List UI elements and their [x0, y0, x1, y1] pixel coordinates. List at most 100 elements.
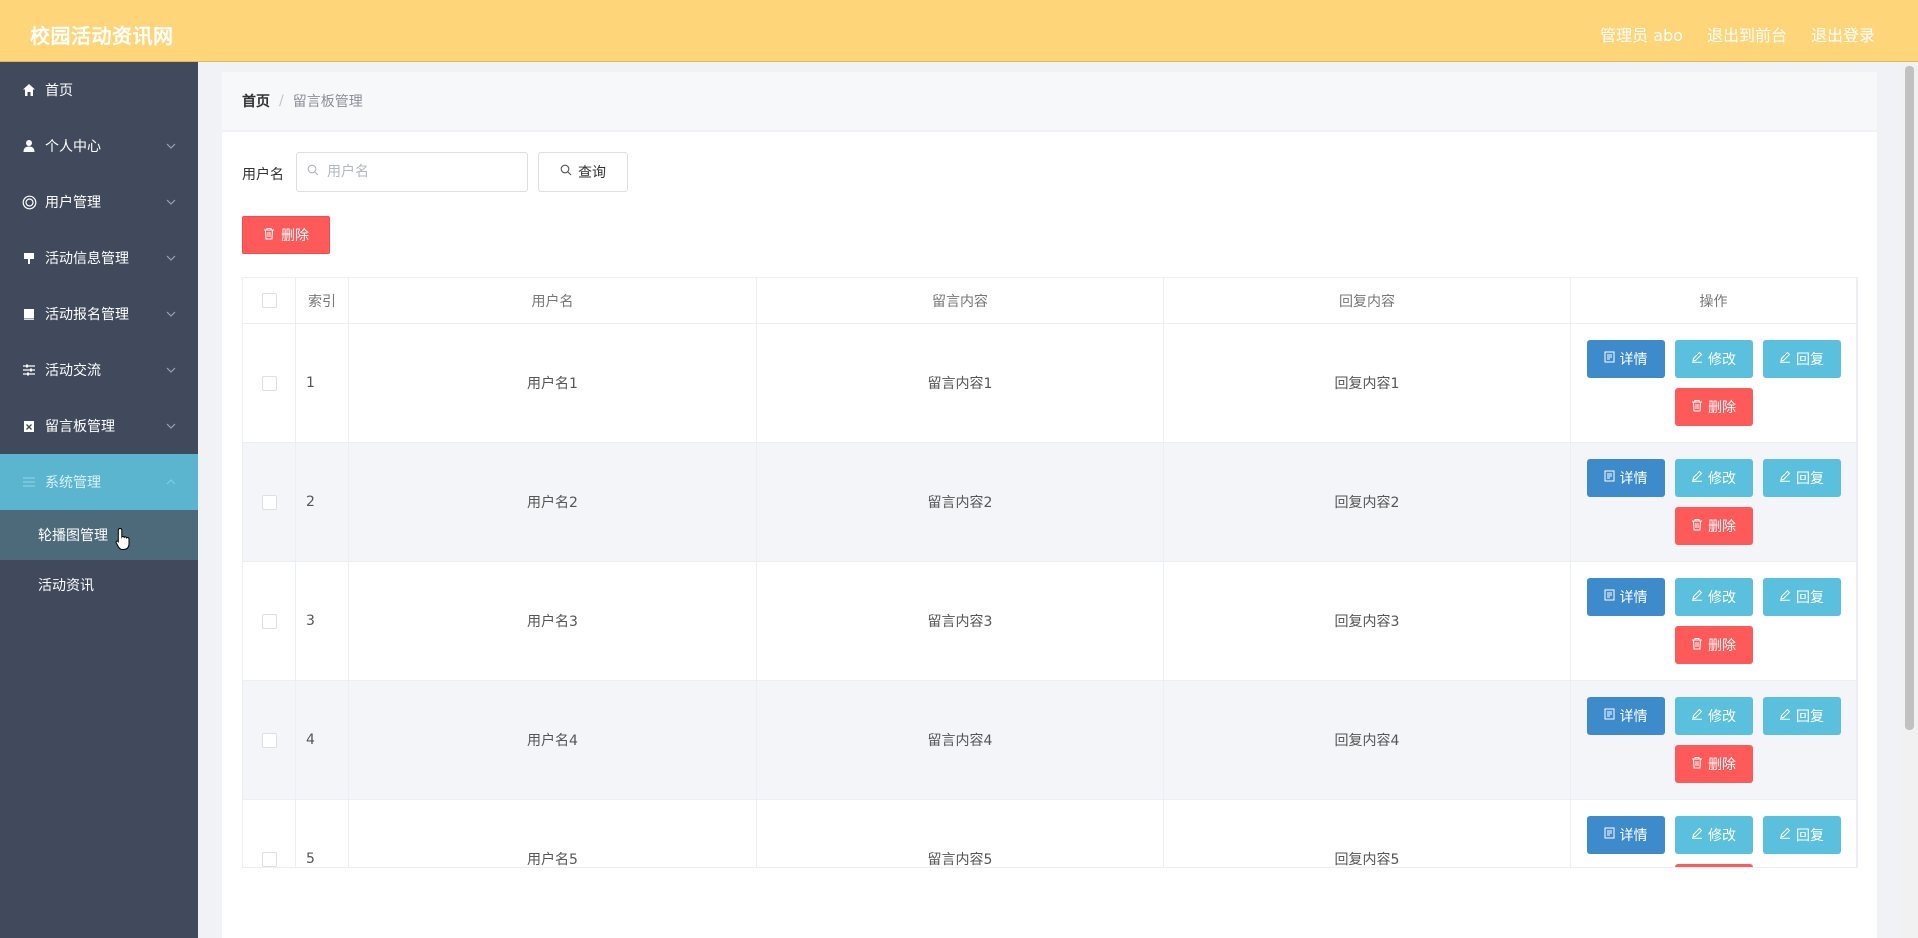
trash-icon: [1691, 756, 1703, 773]
column-header-index: 索引: [295, 278, 349, 324]
reply-button[interactable]: 回复: [1762, 340, 1841, 378]
trash-icon: [1691, 637, 1703, 654]
batch-delete-label: 删除: [281, 228, 309, 244]
delete-button[interactable]: 删除: [1674, 626, 1753, 664]
row-index: 5: [295, 799, 349, 867]
document-icon: [1604, 351, 1615, 367]
detail-button[interactable]: 详情: [1586, 340, 1665, 378]
table-row: 2 用户名2 留言内容2 回复内容2 详情 修改 回复 删除: [243, 442, 1857, 562]
column-header-message: 留言内容: [756, 278, 1164, 324]
home-icon: [21, 82, 37, 98]
sidebar-item-activity-registration[interactable]: 活动报名管理: [0, 286, 198, 342]
sidebar-item-label: 首页: [45, 83, 73, 99]
delete-button[interactable]: 删除: [1674, 864, 1753, 867]
detail-button[interactable]: 详情: [1586, 697, 1665, 735]
row-username: 用户名2: [348, 442, 757, 562]
chevron-down-icon: [166, 363, 176, 379]
admin-user-link[interactable]: 管理员 abo: [1600, 22, 1683, 46]
row-checkbox[interactable]: [261, 613, 277, 629]
sidebar-item-system-management[interactable]: 系统管理: [0, 454, 198, 510]
sidebar-subitem-carousel[interactable]: 轮播图管理: [0, 510, 198, 560]
reply-button-label: 回复: [1796, 709, 1824, 725]
content-panel: 用户名 查询 删除 索引: [222, 132, 1877, 938]
clipboard-icon: [21, 418, 37, 434]
sidebar-item-label: 活动交流: [45, 363, 101, 379]
delete-button[interactable]: 删除: [1674, 507, 1753, 545]
pencil-icon: [1691, 470, 1703, 486]
query-button[interactable]: 查询: [538, 152, 628, 192]
reply-button-label: 回复: [1796, 471, 1824, 487]
search-icon: [307, 164, 319, 180]
edit-button[interactable]: 修改: [1674, 697, 1753, 735]
delete-button-label: 删除: [1708, 757, 1736, 773]
row-actions: 详情 修改 回复 删除: [1570, 799, 1857, 867]
document-icon: [1604, 827, 1615, 843]
edit-button[interactable]: 修改: [1674, 578, 1753, 616]
table-row: 1 用户名1 留言内容1 回复内容1 详情 修改 回复 删除: [243, 323, 1857, 443]
reply-button[interactable]: 回复: [1762, 578, 1841, 616]
back-to-frontend-link[interactable]: 退出到前台: [1707, 22, 1787, 46]
row-checkbox[interactable]: [261, 851, 277, 867]
page-scrollbar[interactable]: [1901, 62, 1918, 938]
row-checkbox-cell: [243, 680, 296, 800]
reply-button[interactable]: 回复: [1762, 816, 1841, 854]
trash-icon: [263, 227, 275, 244]
table-row: 4 用户名4 留言内容4 回复内容4 详情 修改 回复 删除: [243, 680, 1857, 800]
row-username: 用户名3: [348, 561, 757, 681]
sidebar-subitem-label: 活动资讯: [38, 578, 94, 594]
row-reply: 回复内容3: [1163, 561, 1571, 681]
edit-button[interactable]: 修改: [1674, 340, 1753, 378]
select-all-cell: [243, 278, 296, 324]
edit-button[interactable]: 修改: [1674, 816, 1753, 854]
sidebar-item-label: 系统管理: [45, 475, 101, 491]
pencil-icon: [1779, 470, 1791, 486]
username-search-input[interactable]: [325, 163, 519, 181]
sliders-icon: [21, 362, 37, 378]
site-title: 校园活动资讯网: [30, 24, 174, 48]
reply-button[interactable]: 回复: [1762, 459, 1841, 497]
sidebar-item-message-board[interactable]: 留言板管理: [0, 398, 198, 454]
row-actions: 详情 修改 回复 删除: [1570, 442, 1857, 562]
row-index: 4: [295, 680, 349, 800]
breadcrumb-home[interactable]: 首页: [242, 91, 270, 111]
logout-link[interactable]: 退出登录: [1811, 22, 1875, 46]
row-checkbox-cell: [243, 323, 296, 443]
row-checkbox[interactable]: [261, 494, 277, 510]
pencil-icon: [1691, 589, 1703, 605]
edit-button-label: 修改: [1708, 709, 1736, 725]
edit-button-label: 修改: [1708, 590, 1736, 606]
breadcrumb-separator: /: [279, 93, 284, 109]
sidebar-item-activity-exchange[interactable]: 活动交流: [0, 342, 198, 398]
row-checkbox[interactable]: [261, 375, 277, 391]
document-icon: [21, 306, 37, 322]
message-table: 索引 用户名 留言内容 回复内容 操作 1 用户名1 留言内容1 回复内容1 详…: [242, 277, 1858, 868]
breadcrumb-current: 留言板管理: [292, 94, 363, 110]
row-message: 留言内容1: [756, 323, 1164, 443]
detail-button[interactable]: 详情: [1586, 578, 1665, 616]
sidebar-item-activity-info[interactable]: 活动信息管理: [0, 230, 198, 286]
detail-button[interactable]: 详情: [1586, 816, 1665, 854]
sidebar-item-user-management[interactable]: 用户管理: [0, 174, 198, 230]
delete-button-label: 删除: [1708, 638, 1736, 654]
detail-button[interactable]: 详情: [1586, 459, 1665, 497]
edit-button[interactable]: 修改: [1674, 459, 1753, 497]
sidebar-item-personal-center[interactable]: 个人中心: [0, 118, 198, 174]
delete-button[interactable]: 删除: [1674, 388, 1753, 426]
sidebar-item-label: 用户管理: [45, 195, 101, 211]
row-checkbox-cell: [243, 561, 296, 681]
reply-button[interactable]: 回复: [1762, 697, 1841, 735]
sidebar-item-home[interactable]: 首页: [0, 62, 198, 118]
detail-button-label: 详情: [1619, 471, 1648, 487]
search-input-wrapper: [296, 152, 528, 192]
chevron-down-icon: [166, 307, 176, 323]
row-checkbox[interactable]: [261, 732, 277, 748]
row-username: 用户名5: [348, 799, 757, 867]
delete-button[interactable]: 删除: [1674, 745, 1753, 783]
select-all-checkbox[interactable]: [261, 293, 277, 308]
edit-button-label: 修改: [1708, 471, 1736, 487]
row-reply: 回复内容4: [1163, 680, 1571, 800]
sidebar-subitem-label: 轮播图管理: [38, 528, 108, 544]
sidebar-subitem-activity-news[interactable]: 活动资讯: [0, 560, 198, 610]
batch-delete-button[interactable]: 删除: [242, 216, 330, 254]
scrollbar-thumb[interactable]: [1905, 66, 1914, 730]
